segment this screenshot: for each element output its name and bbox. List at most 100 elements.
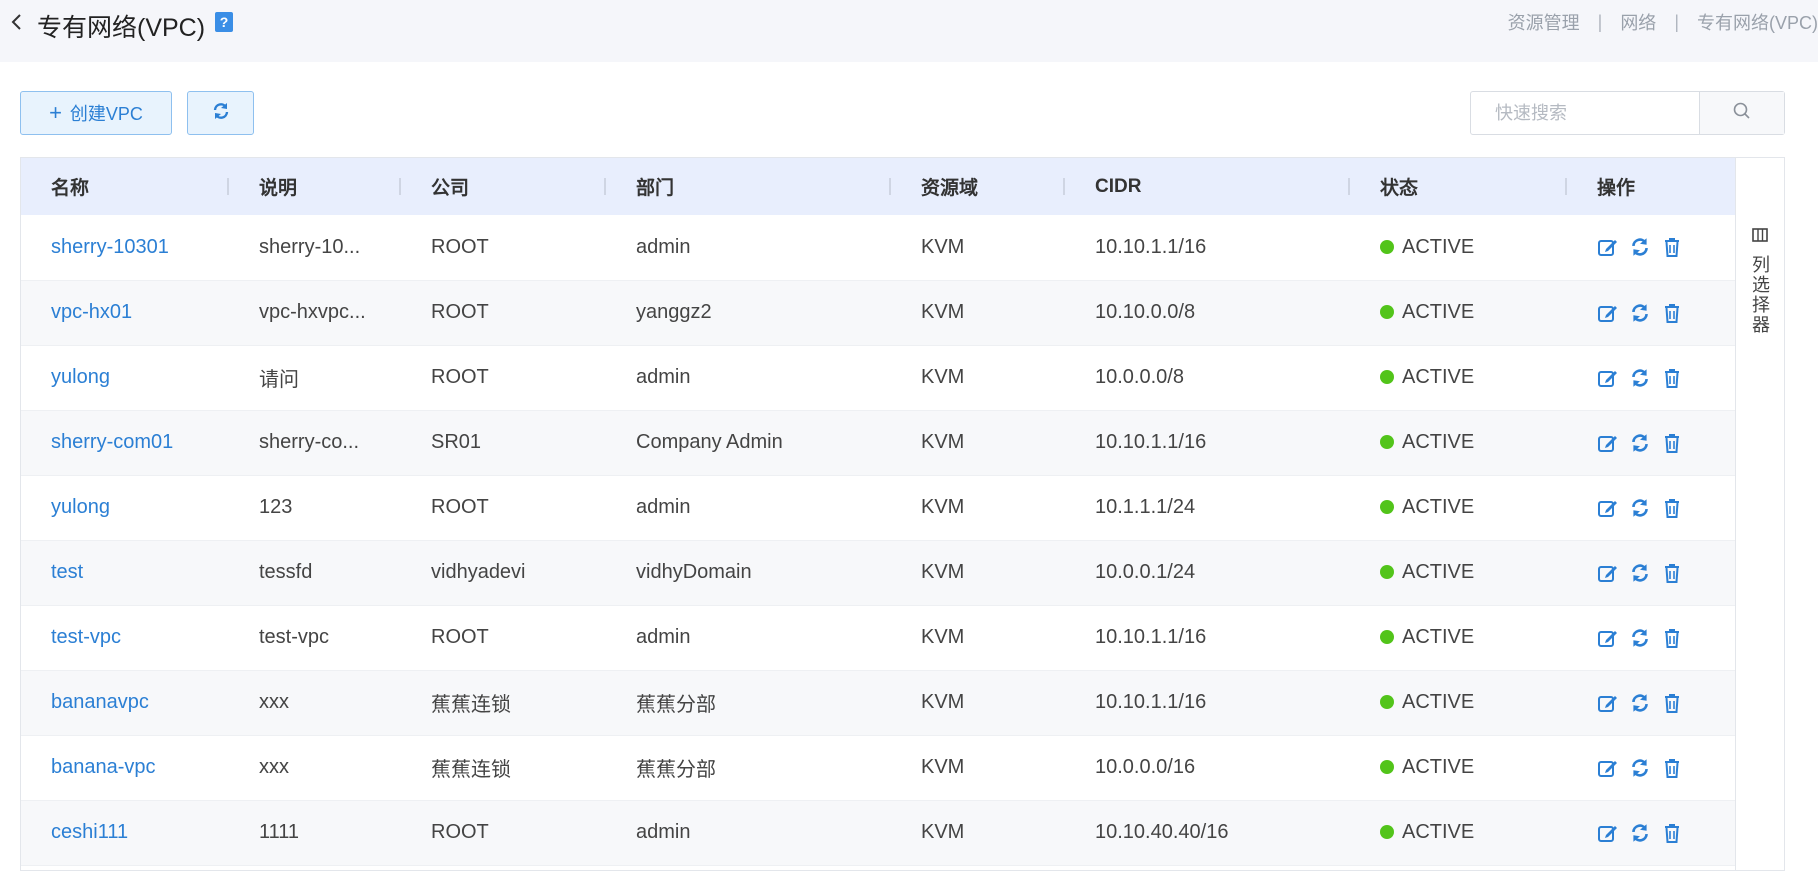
cell-description: 123 (259, 496, 293, 518)
cell-status: ACTIVE (1350, 280, 1567, 345)
cell-resource-domain: KVM (921, 626, 965, 648)
help-icon[interactable]: ? (215, 12, 233, 32)
cell-resource-domain: KVM (921, 366, 965, 388)
column-header-resource-domain[interactable]: 资源域 (891, 158, 1065, 215)
cell-department: 蕉蕉分部 (636, 759, 716, 781)
sync-icon[interactable] (1629, 562, 1651, 584)
cell-status: ACTIVE (1350, 670, 1567, 735)
sync-icon[interactable] (1629, 367, 1651, 389)
status-dot-icon (1380, 305, 1394, 319)
vpc-name-link[interactable]: test (21, 540, 229, 605)
cell-cidr: 10.10.1.1/16 (1095, 626, 1207, 648)
delete-icon[interactable] (1661, 627, 1683, 649)
sync-icon[interactable] (1629, 692, 1651, 714)
table-row: test-vpc test-vpc ROOT admin KVM 10.10.1.1/16… (21, 605, 1735, 670)
top-bar: 专有网络(VPC) ? 资源管理 | 网络 | 专有网络(VPC) (0, 0, 1818, 62)
edit-icon[interactable] (1597, 302, 1619, 324)
edit-icon[interactable] (1597, 692, 1619, 714)
cell-department: 蕉蕉分部 (636, 694, 716, 716)
refresh-button[interactable] (187, 91, 254, 135)
delete-icon[interactable] (1661, 692, 1683, 714)
status-dot-icon (1380, 500, 1394, 514)
cell-department: admin (636, 821, 691, 843)
cell-actions (1567, 410, 1735, 475)
delete-icon[interactable] (1661, 822, 1683, 844)
vpc-name-link[interactable]: ceshi111 (21, 800, 229, 865)
search-box (1470, 91, 1785, 135)
edit-icon[interactable] (1597, 627, 1619, 649)
cell-description: vpc-hxvpc... (259, 301, 366, 323)
main-panel: + 创建VPC 名称 (0, 62, 1818, 871)
delete-icon[interactable] (1661, 236, 1683, 258)
cell-resource-domain: KVM (921, 821, 965, 843)
column-header-status[interactable]: 状态 (1350, 158, 1567, 215)
vpc-name-link[interactable]: bananavpc (21, 670, 229, 735)
cell-description: test-vpc (259, 626, 330, 648)
cell-company: ROOT (431, 821, 489, 843)
column-header-company[interactable]: 公司 (401, 158, 606, 215)
search-button[interactable] (1699, 92, 1784, 134)
delete-icon[interactable] (1661, 497, 1683, 519)
status-dot-icon (1380, 630, 1394, 644)
column-header-name[interactable]: 名称 (21, 158, 229, 215)
breadcrumb-item-resource-management[interactable]: 资源管理 (1508, 9, 1580, 35)
sync-icon[interactable] (1629, 236, 1651, 258)
delete-icon[interactable] (1661, 562, 1683, 584)
column-header-cidr[interactable]: CIDR (1065, 158, 1350, 215)
edit-icon[interactable] (1597, 236, 1619, 258)
cell-cidr: 10.0.0.0/8 (1095, 366, 1184, 388)
cell-cidr: 10.0.0.1/24 (1095, 561, 1196, 583)
back-arrow-icon[interactable] (8, 10, 28, 34)
status-text: ACTIVE (1402, 235, 1475, 258)
cell-actions (1567, 605, 1735, 670)
edit-icon[interactable] (1597, 757, 1619, 779)
table-row: vpc-hx01 vpc-hxvpc... ROOT yanggz2 KVM 10.10.… (21, 280, 1735, 345)
vpc-name-link[interactable]: banana-vpc (21, 735, 229, 800)
column-header-description[interactable]: 说明 (229, 158, 401, 215)
cell-department: admin (636, 235, 691, 258)
vpc-table: 名称 说明 公司 部门 资源域 CIDR 状态 操作 sherry-10301 s… (20, 157, 1735, 871)
delete-icon[interactable] (1661, 367, 1683, 389)
create-vpc-button[interactable]: + 创建VPC (20, 91, 172, 135)
cell-status: ACTIVE (1350, 410, 1567, 475)
cell-company: SR01 (431, 431, 482, 453)
sync-icon[interactable] (1629, 627, 1651, 649)
sync-icon[interactable] (1629, 757, 1651, 779)
status-text: ACTIVE (1402, 496, 1475, 518)
sync-icon[interactable] (1629, 302, 1651, 324)
vpc-name-link[interactable]: vpc-hx01 (21, 280, 229, 345)
sync-icon[interactable] (1629, 497, 1651, 519)
delete-icon[interactable] (1661, 432, 1683, 454)
edit-icon[interactable] (1597, 562, 1619, 584)
vpc-name-link[interactable]: test-vpc (21, 605, 229, 670)
sync-icon[interactable] (1629, 432, 1651, 454)
cell-resource-domain: KVM (921, 496, 965, 518)
cell-resource-domain: KVM (921, 561, 965, 583)
column-selector-button[interactable]: 列选择器 (1735, 157, 1785, 871)
table-header-row: 名称 说明 公司 部门 资源域 CIDR 状态 操作 (21, 158, 1735, 215)
cell-department: admin (636, 366, 691, 388)
status-text: ACTIVE (1402, 756, 1475, 778)
search-input[interactable] (1471, 92, 1699, 134)
cell-cidr: 10.10.0.0/8 (1095, 301, 1196, 323)
breadcrumb-item-network[interactable]: 网络 (1620, 9, 1656, 35)
delete-icon[interactable] (1661, 302, 1683, 324)
vpc-name-link[interactable]: yulong (21, 475, 229, 540)
vpc-name-link[interactable]: sherry-com01 (21, 410, 229, 475)
page-title: 专有网络(VPC) (37, 14, 206, 42)
edit-icon[interactable] (1597, 367, 1619, 389)
edit-icon[interactable] (1597, 497, 1619, 519)
sync-icon[interactable] (1629, 822, 1651, 844)
delete-icon[interactable] (1661, 757, 1683, 779)
vpc-name-link[interactable]: yulong (21, 345, 229, 410)
cell-cidr: 10.10.1.1/16 (1095, 431, 1207, 453)
cell-company: ROOT (431, 301, 489, 323)
cell-status: ACTIVE (1350, 735, 1567, 800)
breadcrumb: 资源管理 | 网络 | 专有网络(VPC) (1508, 9, 1818, 35)
search-icon (1732, 101, 1752, 126)
column-header-department[interactable]: 部门 (606, 158, 891, 215)
vpc-name-link[interactable]: sherry-10301 (21, 215, 229, 280)
edit-icon[interactable] (1597, 822, 1619, 844)
status-text: ACTIVE (1402, 301, 1475, 323)
edit-icon[interactable] (1597, 432, 1619, 454)
